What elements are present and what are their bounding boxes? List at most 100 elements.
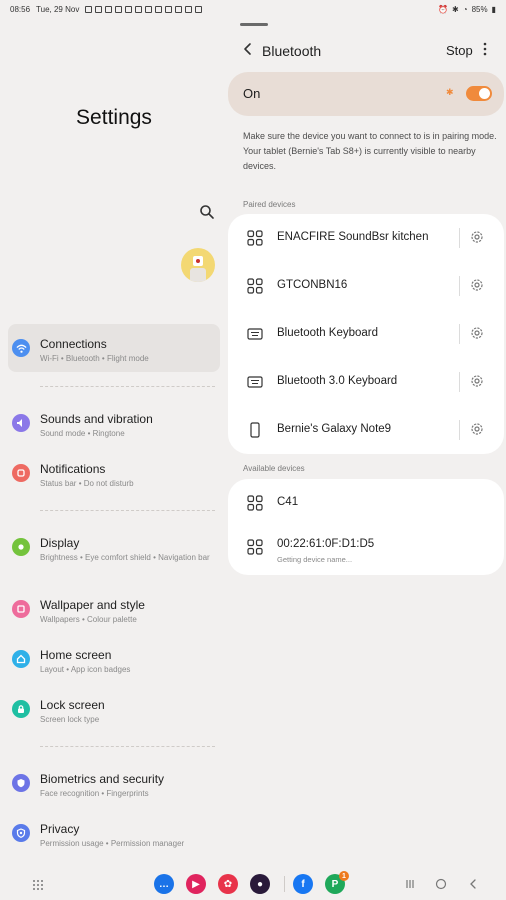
search-icon[interactable] [199,204,215,220]
divider [40,510,215,511]
facebook-app-icon[interactable]: f [293,874,313,894]
status-time: 08:56 [10,4,31,14]
keyboard-icon [247,376,263,388]
menu-item-sounds[interactable]: Sounds and vibration Sound mode • Ringto… [8,399,220,447]
device-name: Bluetooth Keyboard [277,327,379,339]
wifi-status-icon: ◔ [462,4,468,14]
battery-level: 85% [471,4,488,14]
speaker-icon [12,414,30,432]
navigation-bar: … ▶ ✿ ● f P1 [0,868,506,900]
phone-link-app-icon[interactable]: P1 [325,871,349,894]
menu-item-title: Notifications [40,462,106,476]
menu-item-title: Home screen [40,648,112,662]
status-bar: 08:56 Tue, 29 Nov ⏰ ✱ ◔ 85% ▮ [0,0,506,18]
gear-icon[interactable] [469,277,485,293]
paired-device-row[interactable]: Bluetooth Keyboard [228,310,504,358]
device-status: Getting device name... [277,555,353,564]
paired-device-row[interactable]: Bluetooth 3.0 Keyboard [228,358,504,406]
device-name: Bluetooth 3.0 Keyboard [277,375,398,387]
menu-item-notifications[interactable]: Notifications Status bar • Do not distur… [8,449,220,497]
menu-item-title: Lock screen [40,698,105,712]
menu-item-subtitle: Wi-Fi • Bluetooth • Flight mode [40,354,149,363]
menu-item-subtitle: Permission usage • Permission manager [40,839,185,848]
toggle-label: On [243,86,261,101]
menu-item-display[interactable]: Display Brightness • Eye comfort shield … [8,523,220,571]
menu-item-title: Connections [40,337,107,351]
menu-item-subtitle: Screen lock type [40,715,100,724]
menu-item-privacy[interactable]: Privacy Permission usage • Permission ma… [8,809,220,857]
youtube-app-icon[interactable]: ▶ [186,874,206,894]
bluetooth-toggle[interactable] [466,86,492,101]
gear-icon[interactable] [469,325,485,341]
shield-icon [12,774,30,792]
stop-scan-button[interactable]: Stop [446,43,473,58]
gear-icon[interactable] [469,229,485,245]
device-name: GTCONBN16 [277,279,348,291]
bluetooth-master-toggle-row[interactable]: On ✱ [228,72,504,116]
palette-icon [12,600,30,618]
audio-device-icon [247,278,263,294]
gear-icon[interactable] [469,373,485,389]
device-name: C41 [277,496,299,508]
menu-item-title: Wallpaper and style [40,598,145,612]
available-device-row[interactable]: C41 [228,479,504,527]
paired-devices-card: ENACFIRE SoundBsr kitchen GTCONBN16 Blue… [228,214,504,454]
keyboard-icon [247,328,263,340]
page-title: Settings [76,106,152,129]
menu-item-lock-screen[interactable]: Lock screen Screen lock type [8,685,220,733]
bluetooth-pane: Bluetooth Stop On ✱ Make sure the device… [228,18,506,868]
home-icon [12,650,30,668]
device-name: 00:22:61:0F:D1:D5 [277,538,375,550]
back-icon[interactable] [241,42,255,56]
section-label-paired: Paired devices [243,200,296,209]
avatar[interactable] [181,248,215,282]
audio-device-icon [247,230,263,246]
menu-item-home-screen[interactable]: Home screen Layout • App icon badges [8,635,220,683]
menu-item-subtitle: Sound mode • Ringtone [40,429,125,438]
app-drawer-icon[interactable] [32,879,44,891]
available-device-row[interactable]: 00:22:61:0F:D1:D5 Getting device name... [228,527,504,575]
menu-item-wallpaper[interactable]: Wallpaper and style Wallpapers • Colour … [8,585,220,633]
more-options-icon[interactable] [482,41,488,57]
divider [459,276,460,296]
device-name: ENACFIRE SoundBsr kitchen [277,231,429,243]
menu-item-subtitle: Wallpapers • Colour palette [40,615,137,624]
divider [40,746,215,747]
status-date: Tue, 29 Nov [36,4,80,14]
paired-device-row[interactable]: ENACFIRE SoundBsr kitchen [228,214,504,262]
menu-item-subtitle: Brightness • Eye comfort shield • Naviga… [40,553,210,562]
menu-item-title: Display [40,536,80,550]
phone-icon [250,422,260,438]
notification-badge: 1 [339,871,349,881]
privacy-icon [12,824,30,842]
menu-item-biometrics[interactable]: Biometrics and security Face recognition… [8,759,220,807]
home-button-icon[interactable] [434,877,448,891]
divider [40,386,215,387]
menu-item-title: Biometrics and security [40,772,165,786]
lock-icon [12,700,30,718]
bluetooth-status-icon: ✱ [452,4,459,14]
back-button-icon[interactable] [466,877,480,891]
device-name: Bernie's Galaxy Note9 [277,423,392,435]
bluetooth-active-icon: ✱ [446,87,454,97]
menu-item-connections[interactable]: Connections Wi-Fi • Bluetooth • Flight m… [8,324,220,372]
available-devices-card: C41 00:22:61:0F:D1:D5 Getting device nam… [228,479,504,575]
divider [459,372,460,392]
alarm-icon: ⏰ [438,4,449,14]
divider [284,876,285,892]
paired-device-row[interactable]: Bernie's Galaxy Note9 [228,406,504,454]
flower-app-icon[interactable]: ✿ [218,874,238,894]
menu-item-title: Privacy [40,822,80,836]
gear-icon[interactable] [469,421,485,437]
divider [459,228,460,248]
notification-icons [85,5,203,13]
audio-device-icon [247,495,263,511]
audio-device-icon [247,539,263,555]
paired-device-row[interactable]: GTCONBN16 [228,262,504,310]
messages-app-icon[interactable]: … [154,874,174,894]
divider [459,420,460,440]
settings-pane: Settings Connections Wi-Fi • Bluetooth •… [0,18,228,868]
recent-apps-icon[interactable] [403,877,417,891]
firefox-app-icon[interactable]: ● [250,874,270,894]
menu-item-subtitle: Face recognition • Fingerprints [40,789,149,798]
